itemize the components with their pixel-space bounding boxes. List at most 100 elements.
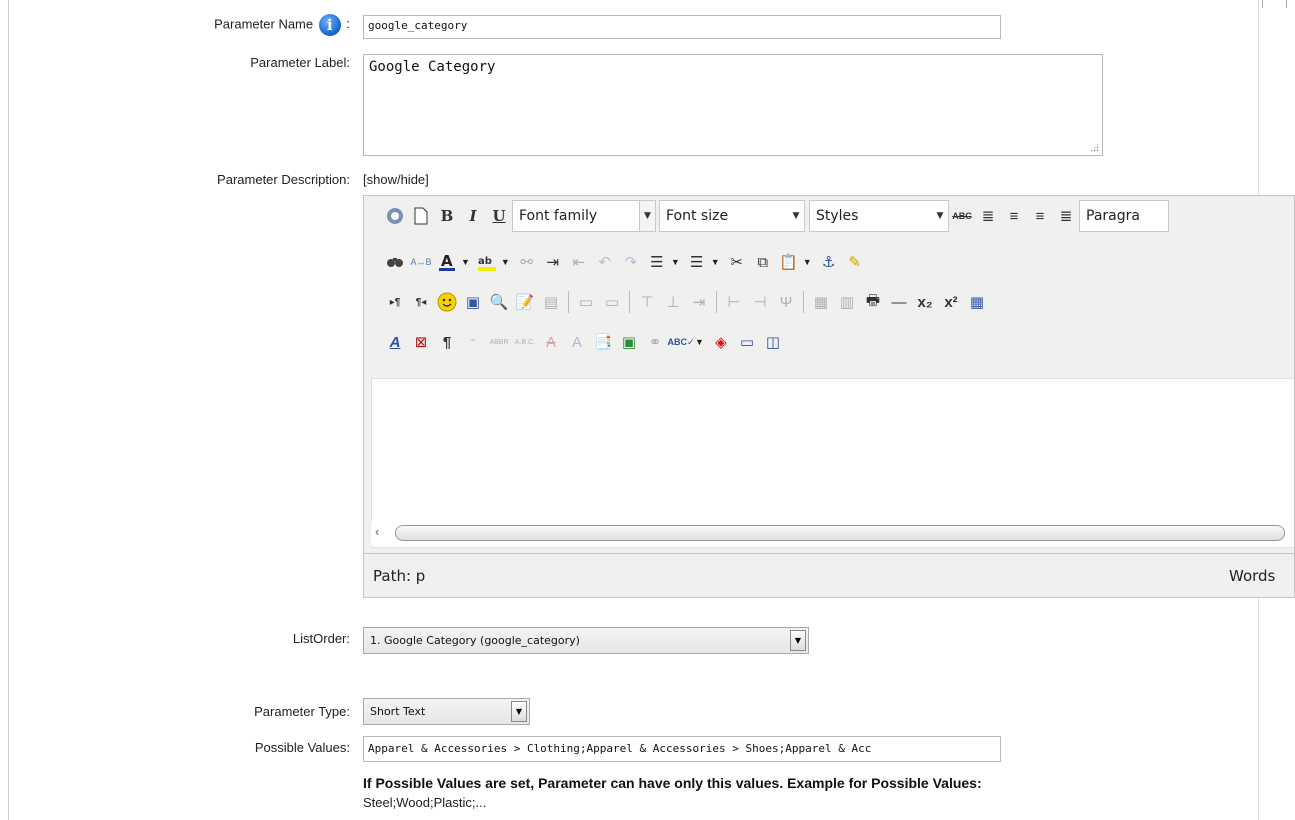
spellcheck-icon[interactable]: ABC✓ <box>667 329 694 355</box>
highlight-color-icon[interactable]: ab <box>474 249 500 275</box>
font-family-select[interactable]: Font family ▼ <box>512 200 656 232</box>
underline-icon[interactable]: U <box>486 203 512 229</box>
chevron-down-icon: ▼ <box>639 201 655 231</box>
layer-icon[interactable]: ◫ <box>760 329 786 355</box>
undo-icon[interactable]: ↶ <box>592 249 618 275</box>
possible-values-input[interactable]: Apparel & Accessories > Clothing;Apparel… <box>363 736 1001 762</box>
param-type-select[interactable]: Short Text ▼ <box>363 698 530 725</box>
text-color-icon[interactable]: A <box>434 249 460 275</box>
del-icon[interactable]: A <box>538 329 564 355</box>
scrollbar-thumb[interactable] <box>395 525 1285 541</box>
param-label-textarea[interactable]: Google Category <box>363 54 1103 156</box>
delete-col-icon[interactable]: Ψ <box>773 289 799 315</box>
cut-icon[interactable]: ✂ <box>724 249 750 275</box>
param-label-value: Google Category <box>369 59 496 75</box>
cite-icon[interactable]: “” <box>460 329 486 355</box>
left-border <box>8 0 9 820</box>
resize-grip-icon[interactable] <box>1090 143 1099 152</box>
separator <box>629 291 630 313</box>
link-icon[interactable]: ⚭ <box>642 329 668 355</box>
acronym-icon[interactable]: A.B.C. <box>512 329 538 355</box>
outdent-icon[interactable]: ⇤ <box>566 249 592 275</box>
nonbreaking-icon[interactable]: ⊠ <box>408 329 434 355</box>
horizontal-rule-icon[interactable]: — <box>886 289 912 315</box>
top-divider <box>1286 0 1287 8</box>
abbr-icon[interactable]: ABBR <box>486 329 512 355</box>
split-cells-icon[interactable]: ▦ <box>808 289 834 315</box>
italic-icon[interactable]: I <box>460 203 486 229</box>
replace-icon[interactable]: A↔B <box>408 249 434 275</box>
param-name-row-label: Parameter Name i : <box>10 14 350 36</box>
help-icon[interactable] <box>382 203 408 229</box>
info-icon[interactable]: i <box>318 14 341 36</box>
font-family-label: Font family <box>519 208 598 224</box>
horizontal-scrollbar[interactable]: ‹ <box>371 521 1294 545</box>
insert-col-after-icon[interactable]: ⊣ <box>747 289 773 315</box>
superscript-icon[interactable]: x² <box>938 289 964 315</box>
strikethrough-icon[interactable]: ABC <box>949 203 975 229</box>
bullet-list-icon[interactable]: ☰ <box>684 249 710 275</box>
styleprops-icon[interactable]: A <box>382 329 408 355</box>
insert-col-before-icon[interactable]: ⊢ <box>721 289 747 315</box>
html-source-icon[interactable]: ◈ <box>708 329 734 355</box>
font-size-select[interactable]: Font size ▼ <box>659 200 805 232</box>
styles-select[interactable]: Styles ▼ <box>809 200 949 232</box>
delete-row-icon[interactable]: ⇥ <box>686 289 712 315</box>
chevron-down-icon: ▼ <box>936 211 944 221</box>
numbered-list-icon[interactable]: ☰ <box>644 249 670 275</box>
image-icon[interactable]: ▣ <box>616 329 642 355</box>
new-document-icon[interactable] <box>408 203 434 229</box>
align-left-icon[interactable]: ≡ <box>1027 203 1053 229</box>
unlink-icon[interactable]: ⚯ <box>514 249 540 275</box>
anchor-icon[interactable]: ⚓ <box>816 249 842 275</box>
insert-row-after-icon[interactable]: ⊥ <box>660 289 686 315</box>
align-justify-icon[interactable]: ≣ <box>975 203 1001 229</box>
separator <box>803 291 804 313</box>
scroll-left-icon[interactable]: ‹ <box>375 524 379 539</box>
editor-path: Path: p <box>373 567 426 585</box>
indent-icon[interactable]: ⇥ <box>540 249 566 275</box>
chevron-down-icon: ▼ <box>792 211 800 221</box>
attributes-icon[interactable]: 📑 <box>590 329 616 355</box>
listorder-select[interactable]: 1. Google Category (google_category) ▼ <box>363 627 809 654</box>
cell-props-icon[interactable]: ▭ <box>599 289 625 315</box>
ins-icon[interactable]: A <box>564 329 590 355</box>
media-icon[interactable]: ▣ <box>460 289 486 315</box>
param-desc-label: Parameter Description: <box>217 172 350 187</box>
chevron-down-icon[interactable]: ▼ <box>711 257 720 267</box>
template-icon[interactable]: ▭ <box>734 329 760 355</box>
chevron-down-icon[interactable]: ▼ <box>671 257 680 267</box>
subscript-icon[interactable]: x₂ <box>912 289 938 315</box>
param-name-input[interactable]: google_category <box>363 15 1001 39</box>
rtl-icon[interactable]: ¶◂ <box>408 289 434 315</box>
table-icon[interactable]: ▦ <box>964 289 990 315</box>
align-center-icon[interactable]: ≡ <box>1001 203 1027 229</box>
edit-css-icon[interactable]: 📝 <box>512 289 538 315</box>
chevron-down-icon[interactable]: ▼ <box>803 257 812 267</box>
copy-icon[interactable]: ⧉ <box>750 249 776 275</box>
show-hide-toggle[interactable]: [show/hide] <box>363 172 429 187</box>
redo-icon[interactable]: ↷ <box>618 249 644 275</box>
emoticon-icon[interactable] <box>434 289 460 315</box>
chevron-down-icon[interactable]: ▼ <box>461 257 470 267</box>
row-props-icon[interactable]: ▭ <box>573 289 599 315</box>
merge-cells-icon[interactable]: ▥ <box>834 289 860 315</box>
bold-icon[interactable]: B <box>434 203 460 229</box>
attribs-icon[interactable]: ▤ <box>538 289 564 315</box>
align-right-icon[interactable]: ≣ <box>1053 203 1079 229</box>
cleanup-icon[interactable]: ✎ <box>842 249 868 275</box>
separator <box>568 291 569 313</box>
preview-icon[interactable]: 🔍 <box>486 289 512 315</box>
print-icon[interactable]: 🖶 <box>860 289 886 315</box>
insert-row-before-icon[interactable]: ⊤ <box>634 289 660 315</box>
chevron-down-icon[interactable]: ▼ <box>501 257 510 267</box>
word-count: Words <box>1229 567 1276 585</box>
ltr-icon[interactable]: ▸¶ <box>382 289 408 315</box>
paragraph-select[interactable]: Paragra <box>1079 200 1169 232</box>
find-icon[interactable] <box>382 249 408 275</box>
param-type-label: Parameter Type: <box>254 704 350 719</box>
paragraph-label: Paragra <box>1086 208 1140 224</box>
visualchars-icon[interactable]: ¶ <box>434 329 460 355</box>
paste-icon[interactable]: 📋 <box>776 249 802 275</box>
chevron-down-icon[interactable]: ▼ <box>695 337 704 347</box>
